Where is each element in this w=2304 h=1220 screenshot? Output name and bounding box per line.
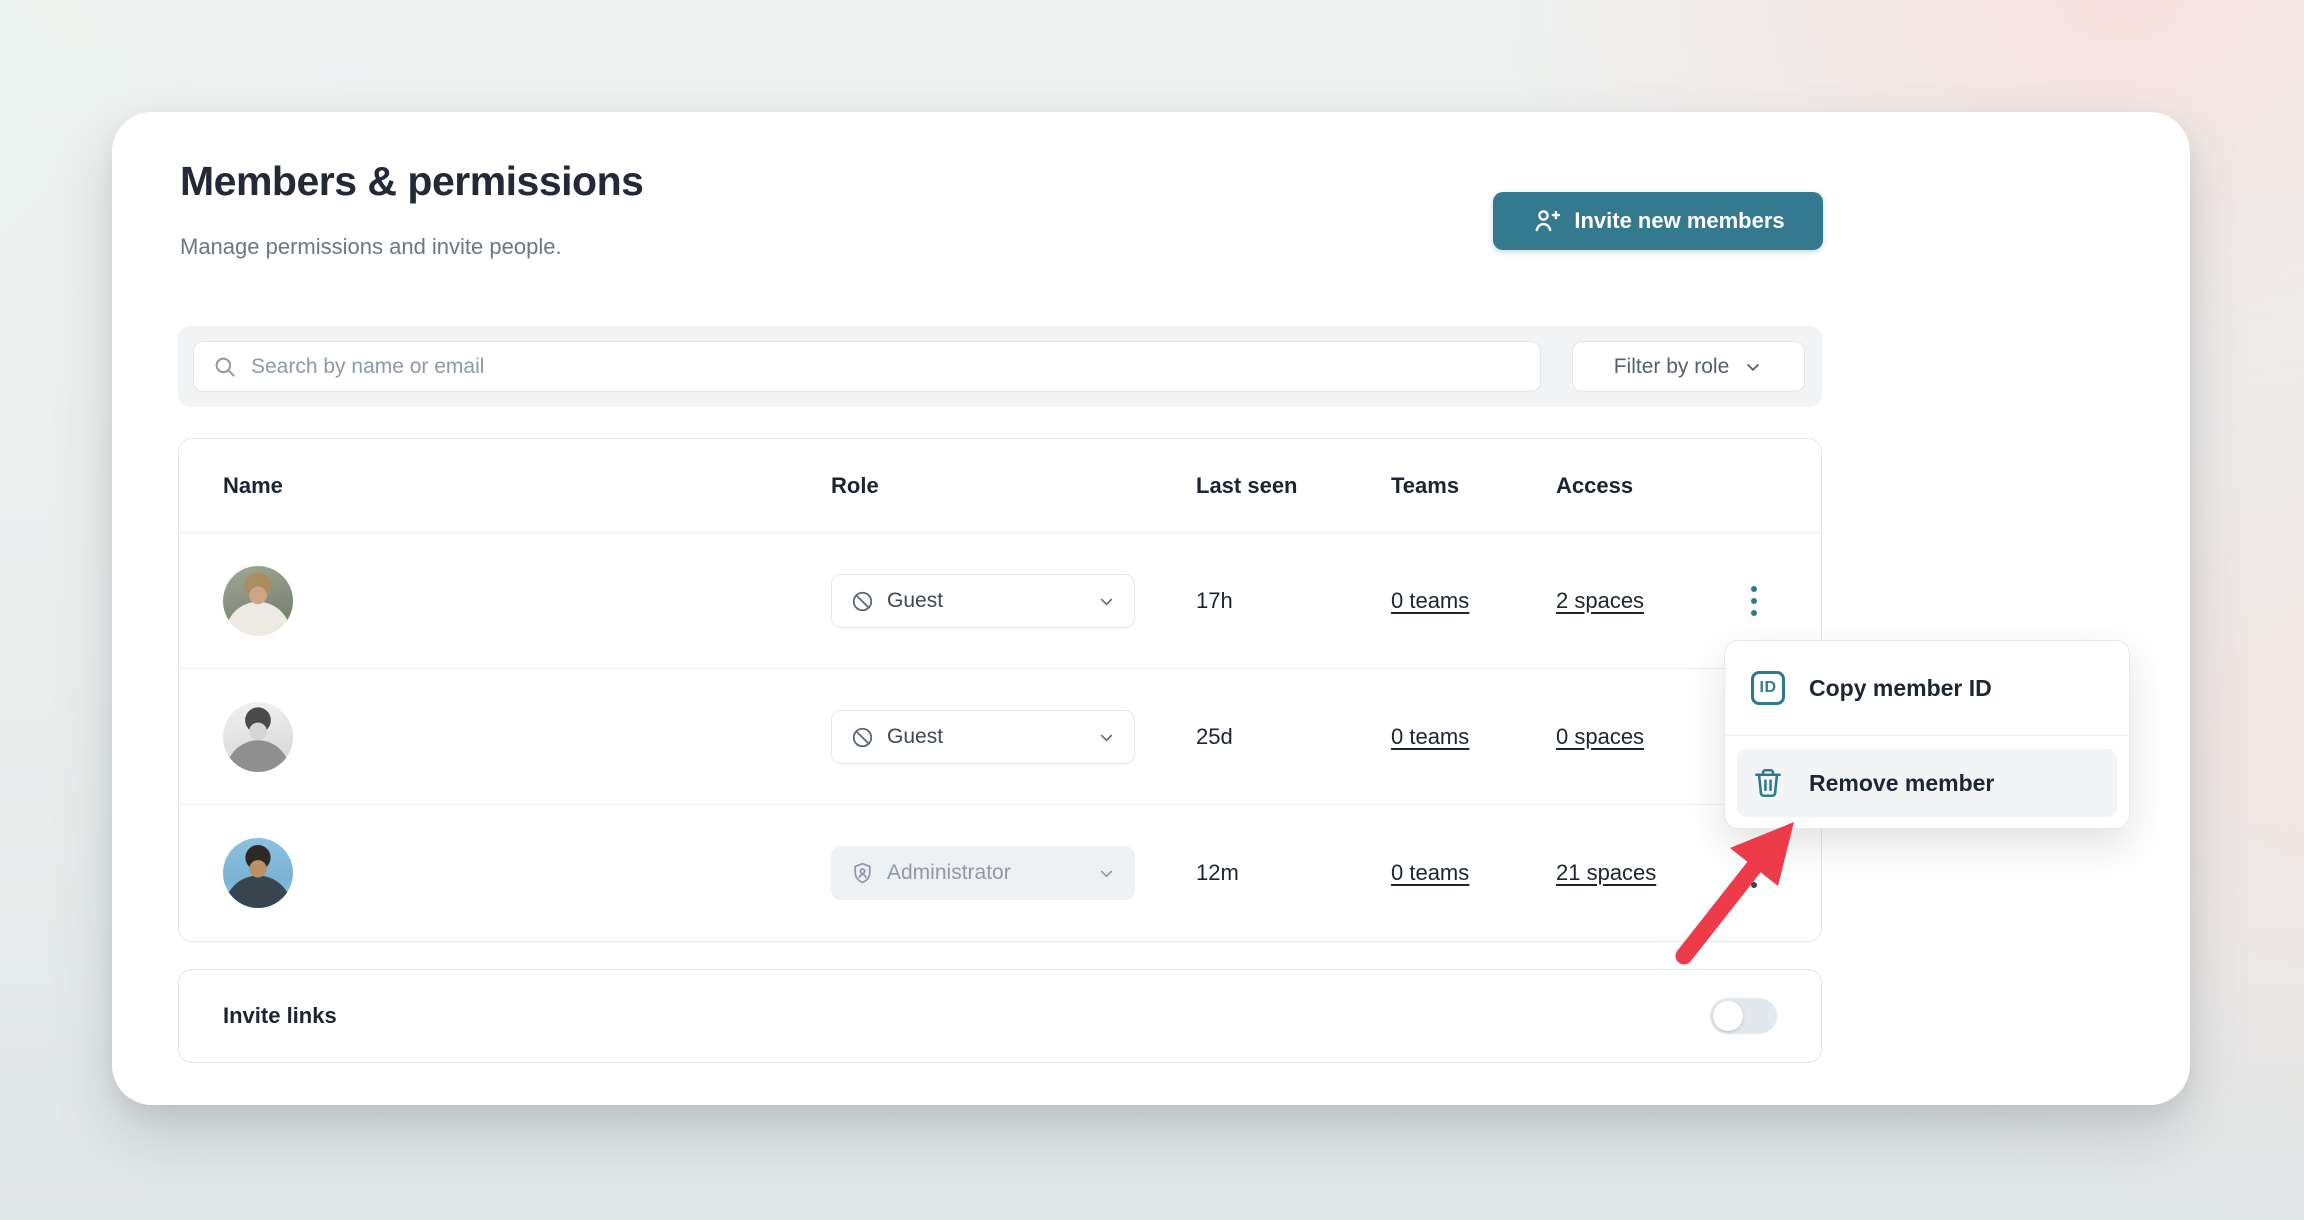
last-seen-value: 17h: [1196, 533, 1233, 669]
invite-new-members-button[interactable]: Invite new members: [1493, 192, 1823, 250]
search-field[interactable]: [193, 341, 1541, 392]
row-actions-kebab-menu[interactable]: [1731, 577, 1777, 625]
members-table: Name Role Last seen Teams Access Guest 1…: [178, 438, 1822, 942]
table-row: Guest 17h 0 teams 2 spaces: [179, 533, 1821, 669]
id-badge-icon: ID: [1751, 671, 1785, 705]
search-icon: [212, 354, 238, 380]
teams-link[interactable]: 0 teams: [1391, 724, 1469, 750]
invite-links-label: Invite links: [223, 1003, 337, 1029]
avatar: [223, 838, 293, 908]
chevron-down-icon: [1097, 592, 1116, 611]
invite-links-section: Invite links: [178, 969, 1822, 1063]
role-value: Guest: [887, 589, 943, 613]
menu-item-label: Remove member: [1809, 770, 1994, 797]
column-header-role: Role: [831, 439, 879, 533]
page-subtitle: Manage permissions and invite people.: [180, 234, 562, 260]
filter-label: Filter by role: [1614, 355, 1730, 379]
menu-item-remove-member[interactable]: Remove member: [1725, 736, 2129, 830]
role-value: Administrator: [887, 861, 1011, 885]
chevron-down-icon: [1097, 728, 1116, 747]
role-dropdown[interactable]: Guest: [831, 574, 1135, 628]
last-seen-value: 25d: [1196, 669, 1233, 805]
shield-person-icon: [850, 861, 875, 886]
column-header-name: Name: [223, 439, 283, 533]
last-seen-value: 12m: [1196, 805, 1239, 941]
row-actions-kebab-menu[interactable]: [1731, 849, 1777, 897]
column-header-teams: Teams: [1391, 439, 1459, 533]
search-input[interactable]: [251, 355, 1522, 379]
invite-button-label: Invite new members: [1574, 208, 1784, 234]
ban-icon: [850, 725, 875, 750]
table-row: Administrator 12m 0 teams 21 spaces: [179, 805, 1821, 941]
menu-item-label: Copy member ID: [1809, 675, 1992, 702]
chevron-down-icon: [1097, 864, 1116, 883]
role-value: Guest: [887, 725, 943, 749]
column-header-access: Access: [1556, 439, 1633, 533]
column-header-last-seen: Last seen: [1196, 439, 1298, 533]
role-dropdown[interactable]: Guest: [831, 710, 1135, 764]
role-dropdown-disabled: Administrator: [831, 846, 1135, 900]
person-plus-icon: [1531, 206, 1561, 236]
table-row: Guest 25d 0 teams 0 spaces: [179, 669, 1821, 805]
row-context-menu: ID Copy member ID Remove member: [1724, 640, 2130, 829]
toggle-knob: [1713, 1001, 1743, 1031]
invite-links-toggle[interactable]: [1710, 998, 1777, 1034]
ban-icon: [850, 589, 875, 614]
teams-link[interactable]: 0 teams: [1391, 588, 1469, 614]
spaces-link[interactable]: 21 spaces: [1556, 860, 1656, 886]
table-header-row: Name Role Last seen Teams Access: [179, 439, 1821, 533]
spaces-link[interactable]: 2 spaces: [1556, 588, 1644, 614]
spaces-link[interactable]: 0 spaces: [1556, 724, 1644, 750]
members-permissions-card: Members & permissions Manage permissions…: [112, 112, 2190, 1105]
chevron-down-icon: [1743, 357, 1763, 377]
teams-link[interactable]: 0 teams: [1391, 860, 1469, 886]
trash-icon: [1751, 766, 1785, 800]
filter-by-role-dropdown[interactable]: Filter by role: [1572, 341, 1805, 392]
avatar: [223, 566, 293, 636]
menu-item-copy-member-id[interactable]: ID Copy member ID: [1725, 641, 2129, 735]
page-title: Members & permissions: [180, 158, 643, 205]
search-filter-bar: Filter by role: [178, 326, 1822, 407]
avatar: [223, 702, 293, 772]
